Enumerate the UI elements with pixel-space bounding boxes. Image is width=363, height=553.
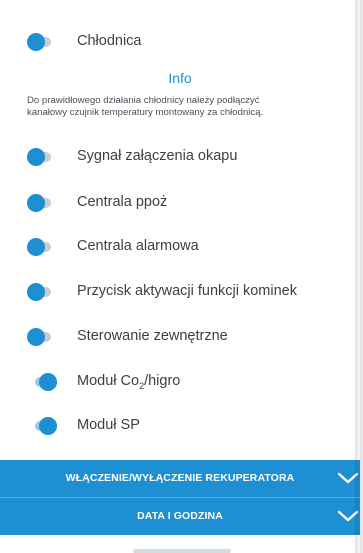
centrala-ppoz-label: Centrala ppoż: [77, 194, 168, 210]
toggle-knob: [27, 148, 45, 166]
modul-co2-label: Moduł Co2/higro: [77, 373, 180, 391]
modul-sp-label: Moduł SP: [77, 417, 140, 433]
modul-sp-toggle[interactable]: [27, 417, 57, 435]
modul-co2-label-suffix: /higro: [144, 373, 181, 389]
centrala-alarmowa-label: Centrala alarmowa: [77, 238, 199, 254]
row-modul-co2[interactable]: Moduł Co2/higro: [0, 370, 360, 394]
row-centrala-ppoz[interactable]: Centrala ppoż: [0, 191, 360, 215]
section-data-godzina[interactable]: DATA I GODZINA: [0, 498, 360, 535]
toggle-knob: [27, 33, 45, 51]
panel-shadow: [355, 0, 363, 553]
centrala-alarmowa-toggle[interactable]: [27, 238, 51, 256]
row-centrala-alarmowa[interactable]: Centrala alarmowa: [0, 235, 360, 259]
toggle-knob: [27, 238, 45, 256]
modul-co2-toggle[interactable]: [27, 373, 57, 391]
settings-panel: Chłodnica Info Do prawidłowego działania…: [0, 0, 360, 553]
sygnal-okapu-toggle[interactable]: [27, 148, 51, 166]
kominek-toggle[interactable]: [27, 283, 51, 301]
modul-co2-label-prefix: Moduł Co: [77, 373, 140, 389]
chlodnica-toggle[interactable]: [27, 33, 51, 51]
toggle-knob: [27, 283, 45, 301]
info-text: Do prawidłowego działania chłodnicy nale…: [27, 95, 347, 119]
row-kominek[interactable]: Przycisk aktywacji funkcji kominek: [0, 280, 360, 304]
info-title: Info: [168, 70, 192, 86]
info-text-line-1: Do prawidłowego działania chłodnicy nale…: [27, 95, 260, 106]
toggle-knob: [39, 373, 57, 391]
toggle-knob: [27, 194, 45, 212]
section-data-godzina-label: DATA I GODZINA: [137, 510, 223, 522]
sterowanie-zewnetrzne-label: Sterowanie zewnętrzne: [77, 328, 228, 344]
toggle-knob: [39, 417, 57, 435]
sygnal-okapu-label: Sygnał załączenia okapu: [77, 148, 238, 164]
chlodnica-label: Chłodnica: [77, 33, 142, 49]
kominek-label: Przycisk aktywacji funkcji kominek: [77, 283, 297, 299]
row-chlodnica[interactable]: Chłodnica: [0, 30, 360, 54]
section-rekuperator-label: WŁĄCZENIE/WYŁĄCZENIE REKUPERATORA: [65, 472, 295, 484]
row-modul-sp[interactable]: Moduł SP: [0, 414, 360, 438]
toggle-knob: [27, 328, 45, 346]
row-sterowanie-zewnetrzne[interactable]: Sterowanie zewnętrzne: [0, 325, 360, 349]
scroll-indicator: [133, 549, 231, 553]
sterowanie-zewnetrzne-toggle[interactable]: [27, 328, 51, 346]
section-rekuperator[interactable]: WŁĄCZENIE/WYŁĄCZENIE REKUPERATORA: [0, 460, 360, 497]
info-text-line-2: kanałowy czujnik temperatury montowany z…: [27, 107, 264, 118]
row-sygnal-okapu[interactable]: Sygnał załączenia okapu: [0, 145, 360, 169]
centrala-ppoz-toggle[interactable]: [27, 194, 51, 212]
